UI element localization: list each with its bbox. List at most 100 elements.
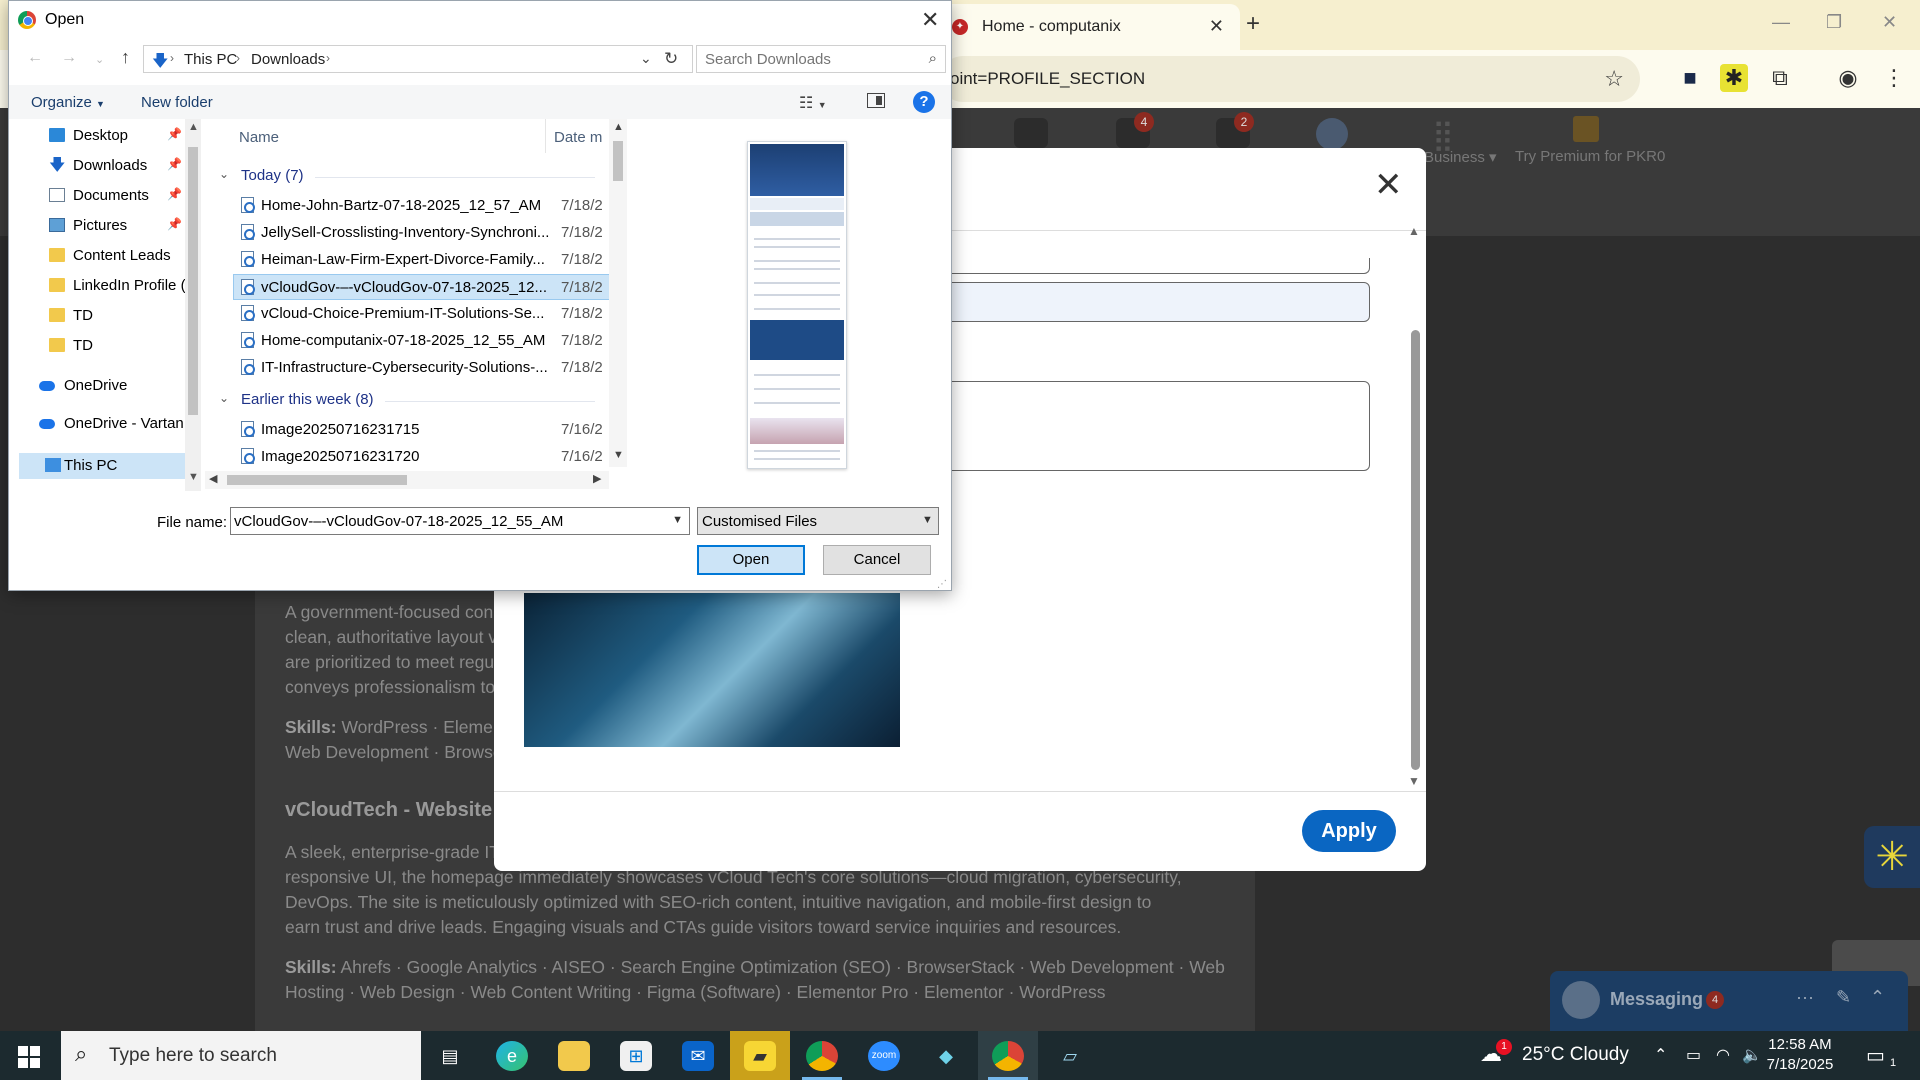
window-close-icon[interactable]: ✕ bbox=[1882, 12, 1897, 33]
up-arrow-icon[interactable]: ↑ bbox=[121, 47, 130, 68]
file-list-horizontal-scrollbar[interactable]: ◀ ▶ bbox=[205, 471, 609, 489]
column-header-date[interactable]: Date m bbox=[546, 119, 610, 155]
nav-item-onedrive-vartan[interactable]: OneDrive - Vartan bbox=[9, 411, 185, 437]
extension-camera-icon[interactable]: ■ bbox=[1676, 64, 1704, 92]
file-row-selected[interactable]: vCloudGov-–-vCloudGov-07-18-2025_12... 7… bbox=[233, 274, 611, 300]
file-type-select[interactable]: Customised Files ▼ bbox=[697, 507, 939, 535]
premium-link[interactable]: Try Premium for PKR0 bbox=[1515, 148, 1665, 165]
refresh-icon[interactable]: ↻ bbox=[664, 49, 678, 69]
scroll-down-icon[interactable]: ▼ bbox=[613, 449, 624, 461]
new-folder-button[interactable]: New folder bbox=[141, 94, 213, 111]
new-tab-button[interactable]: + bbox=[1246, 10, 1260, 38]
scroll-up-icon[interactable]: ▲ bbox=[1408, 224, 1420, 238]
battery-icon[interactable]: ▭ bbox=[1686, 1045, 1701, 1065]
file-row[interactable]: vCloud-Choice-Premium-IT-Solutions-Se...… bbox=[235, 301, 619, 327]
store-icon[interactable]: ⊞ bbox=[606, 1031, 666, 1080]
menu-dots-icon[interactable]: ⋮ bbox=[1880, 64, 1908, 92]
nav-item-td[interactable]: TD bbox=[9, 303, 185, 329]
search-box[interactable]: ⌕ bbox=[696, 45, 946, 73]
scroll-thumb[interactable] bbox=[613, 141, 623, 181]
scroll-thumb[interactable] bbox=[188, 147, 198, 415]
chrome-icon[interactable] bbox=[978, 1031, 1038, 1080]
file-explorer-icon[interactable] bbox=[544, 1031, 604, 1080]
nav-item-pictures[interactable]: Pictures 📌 bbox=[9, 213, 185, 239]
change-view-icon[interactable]: ☷ ▼ bbox=[799, 93, 827, 113]
tab-close-icon[interactable]: ✕ bbox=[1209, 16, 1224, 37]
navigation-scrollbar[interactable]: ▲ ▼ bbox=[185, 119, 201, 491]
preview-pane-icon[interactable] bbox=[867, 93, 885, 108]
column-header-name[interactable]: Name bbox=[205, 119, 545, 155]
address-breadcrumb[interactable]: 🡇 › This PC › Downloads › ⌄ ↻ bbox=[143, 45, 693, 73]
taskbar-clock[interactable]: 12:58 AM 7/18/2025 bbox=[1750, 1035, 1850, 1075]
file-row[interactable]: IT-Infrastructure-Cybersecurity-Solution… bbox=[235, 355, 619, 381]
chevron-up-icon[interactable]: ⌃ bbox=[1654, 1045, 1667, 1065]
file-row[interactable]: Image20250716231720 7/16/2 bbox=[235, 444, 619, 470]
address-bar[interactable]: oint=PROFILE_SECTION ☆ bbox=[940, 56, 1640, 102]
file-name-combobox[interactable]: ▼ bbox=[230, 507, 690, 535]
chevron-down-icon[interactable]: ▼ bbox=[922, 514, 933, 526]
file-row[interactable]: JellySell-Crosslisting-Inventory-Synchro… bbox=[235, 220, 619, 246]
organize-button[interactable]: Organize ▼ bbox=[31, 94, 105, 111]
nav-item-this-pc[interactable]: This PC bbox=[19, 453, 185, 479]
windows-start-icon[interactable] bbox=[18, 1046, 40, 1068]
modal-scrollbar[interactable] bbox=[1411, 330, 1420, 770]
mail-icon[interactable]: ✉ bbox=[668, 1031, 728, 1080]
business-menu[interactable]: Business ▾ bbox=[1424, 148, 1497, 166]
zoom-icon[interactable]: zoom bbox=[854, 1031, 914, 1080]
apply-button[interactable]: Apply bbox=[1302, 810, 1396, 852]
extension-star-icon[interactable]: ✱ bbox=[1720, 64, 1748, 92]
nav-item-linkedin-profile[interactable]: LinkedIn Profile ( bbox=[9, 273, 185, 299]
file-row[interactable]: Home-John-Bartz-07-18-2025_12_57_AM 7/18… bbox=[235, 193, 619, 219]
dialog-close-icon[interactable]: ✕ bbox=[921, 7, 939, 33]
minimize-icon[interactable]: — bbox=[1772, 12, 1790, 33]
bookmark-star-icon[interactable]: ☆ bbox=[1604, 66, 1624, 92]
browser-tab[interactable]: ✦ Home - computanix ✕ bbox=[940, 4, 1240, 50]
help-icon[interactable]: ? bbox=[913, 91, 935, 113]
scroll-up-icon[interactable]: ▲ bbox=[188, 121, 199, 133]
messaging-bar[interactable]: Messaging 4 ··· ✎ ⌃ bbox=[1550, 971, 1908, 1031]
nav-item-documents[interactable]: Documents 📌 bbox=[9, 183, 185, 209]
open-button[interactable]: Open bbox=[697, 545, 805, 575]
nav-item-td[interactable]: TD bbox=[9, 333, 185, 359]
file-list-vertical-scrollbar[interactable]: ▲ ▼ bbox=[609, 119, 627, 467]
scroll-left-icon[interactable]: ◀ bbox=[209, 472, 217, 485]
recent-locations-chevron-icon[interactable]: ⌄ bbox=[95, 53, 104, 66]
notepad-icon[interactable]: ▱ bbox=[1040, 1031, 1100, 1080]
modal-close-icon[interactable]: ✕ bbox=[1374, 168, 1403, 202]
nav-item-desktop[interactable]: Desktop 📌 bbox=[9, 123, 185, 149]
chevron-down-icon[interactable]: ▼ bbox=[672, 514, 683, 526]
file-name-input[interactable] bbox=[231, 508, 661, 534]
chrome-icon[interactable] bbox=[792, 1031, 852, 1080]
search-input[interactable] bbox=[697, 46, 917, 72]
chevron-right-icon[interactable]: › bbox=[170, 51, 174, 65]
file-row[interactable]: Heiman-Law-Firm-Expert-Divorce-Family...… bbox=[235, 247, 619, 273]
file-row[interactable]: Home-computanix-07-18-2025_12_55_AM 7/18… bbox=[235, 328, 619, 354]
edge-icon[interactable]: e bbox=[482, 1031, 542, 1080]
breadcrumb-downloads[interactable]: Downloads bbox=[251, 51, 325, 68]
back-arrow-icon[interactable]: ← bbox=[27, 49, 43, 67]
scroll-thumb[interactable] bbox=[227, 475, 407, 485]
scroll-up-icon[interactable]: ▲ bbox=[613, 121, 624, 133]
compose-icon[interactable]: ✎ bbox=[1836, 987, 1851, 1008]
file-row[interactable]: Image20250716231715 7/16/2 bbox=[235, 417, 619, 443]
chevron-right-icon[interactable]: › bbox=[236, 51, 240, 65]
profile-icon[interactable]: ◉ bbox=[1834, 64, 1862, 92]
scroll-right-icon[interactable]: ▶ bbox=[593, 472, 601, 485]
floating-star-widget-icon[interactable]: ✳ bbox=[1864, 826, 1920, 888]
wifi-icon[interactable]: ◠ bbox=[1716, 1045, 1730, 1065]
cancel-button[interactable]: Cancel bbox=[823, 545, 931, 575]
scroll-down-icon[interactable]: ▼ bbox=[1408, 774, 1420, 788]
task-view-icon[interactable]: ▤ bbox=[420, 1031, 480, 1080]
notification-center-icon[interactable]: ▭ bbox=[1866, 1043, 1885, 1068]
weather-text[interactable]: 25°C Cloudy bbox=[1522, 1044, 1629, 1066]
chevron-right-icon[interactable]: › bbox=[326, 51, 330, 65]
more-dots-icon[interactable]: ··· bbox=[1796, 987, 1814, 1008]
taskbar-search[interactable]: ⌕ Type here to search bbox=[61, 1031, 421, 1080]
nav-item-downloads[interactable]: 🡇 Downloads 📌 bbox=[9, 153, 185, 179]
scroll-down-icon[interactable]: ▼ bbox=[188, 471, 199, 483]
breadcrumb-this-pc[interactable]: This PC bbox=[184, 51, 237, 68]
search-icon[interactable]: ⌕ bbox=[929, 50, 937, 67]
jobs-briefcase-icon[interactable] bbox=[1014, 118, 1048, 148]
chevron-up-icon[interactable]: ⌃ bbox=[1870, 987, 1885, 1008]
sticky-notes-icon[interactable]: ▰ bbox=[730, 1031, 790, 1080]
